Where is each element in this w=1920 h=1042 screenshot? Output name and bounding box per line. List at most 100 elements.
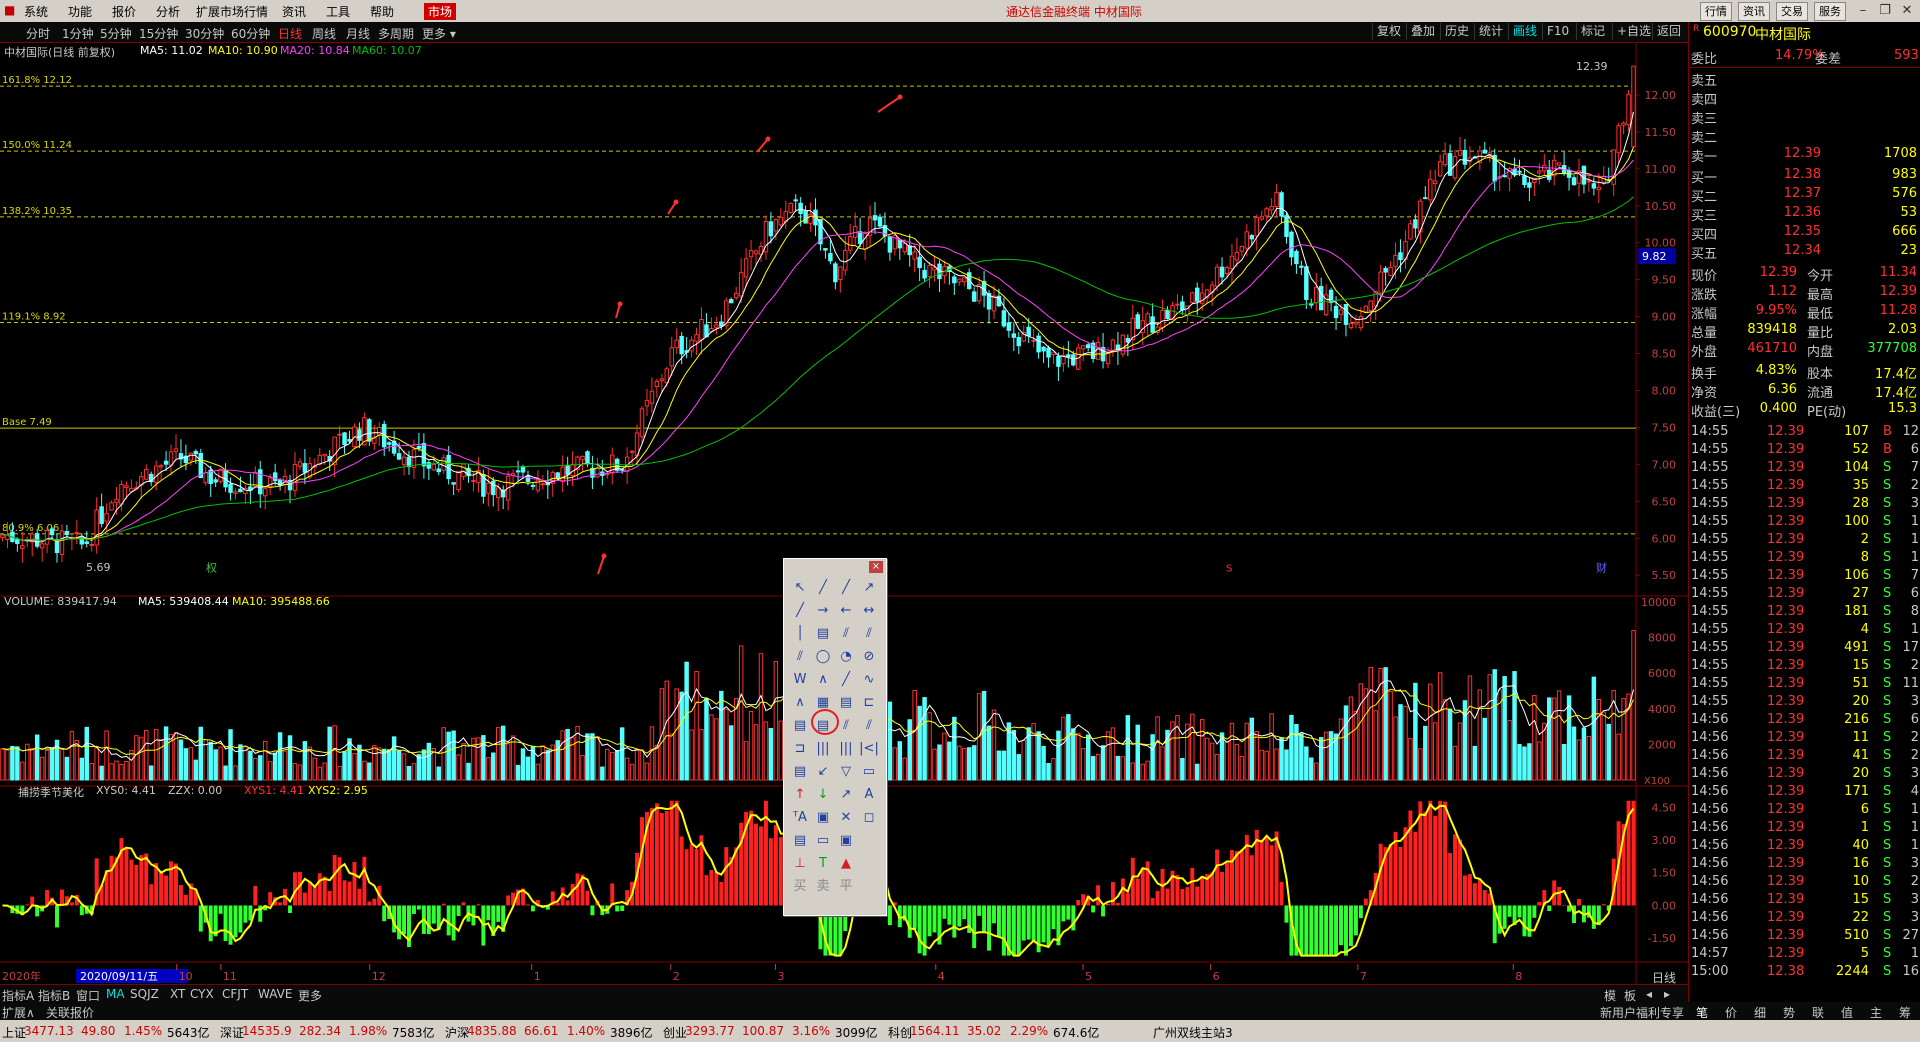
period-60min[interactable]: 60分钟 (231, 25, 270, 42)
quote-tab[interactable]: 主 (1870, 1004, 1882, 1021)
minimize-icon[interactable]: – (1852, 2, 1874, 20)
tool-history[interactable]: 历史 (1440, 23, 1473, 40)
drawing-tool-24-icon[interactable]: ▤ (790, 717, 810, 735)
drawing-tool-48-icon[interactable]: ⊥ (790, 855, 810, 873)
menu-help[interactable]: 帮助 (370, 3, 394, 20)
tab-cyx[interactable]: CYX (190, 987, 214, 1001)
drawing-tool-5-icon[interactable]: → (813, 602, 833, 620)
drawing-tool-37-icon[interactable]: ↓ (813, 786, 833, 804)
quote-tab[interactable]: 筹 (1899, 1004, 1911, 1021)
tool-stats[interactable]: 统计 (1474, 23, 1507, 40)
period-more[interactable]: 更多 ▾ (422, 25, 456, 42)
drawing-tool-45-icon[interactable]: ▭ (813, 832, 833, 850)
drawing-tool-40-icon[interactable]: ᵀA (790, 809, 810, 827)
tool-back[interactable]: 返回 (1652, 23, 1685, 40)
drawing-tool-36-icon[interactable]: ↑ (790, 786, 810, 804)
quote-tab[interactable]: 值 (1841, 1004, 1853, 1021)
drawing-tool-43-icon[interactable]: ◻ (859, 809, 879, 827)
drawing-tool-1-icon[interactable]: ╱ (813, 579, 833, 597)
menu-extended-market[interactable]: 扩展市场行情 (196, 3, 268, 20)
period-daily[interactable]: 日线 (278, 25, 302, 42)
drawing-tool-41-icon[interactable]: ▣ (813, 809, 833, 827)
top-news-button[interactable]: 资讯 (1738, 2, 1770, 21)
period-1min[interactable]: 1分钟 (62, 25, 94, 42)
drawing-tool-33-icon[interactable]: ↙ (813, 763, 833, 781)
period-multi[interactable]: 多周期 (378, 25, 414, 42)
drawing-tool-3-icon[interactable]: ↗ (859, 579, 879, 597)
period-intraday[interactable]: 分时 (26, 25, 50, 42)
tab-ma[interactable]: MA (106, 987, 125, 1001)
drawing-tool-9-icon[interactable]: ▤ (813, 625, 833, 643)
menu-system[interactable]: 系统 (24, 3, 48, 20)
drawing-tool-49-icon[interactable]: T (813, 855, 833, 873)
period-15min[interactable]: 15分钟 (139, 25, 178, 42)
drawing-tool-13-icon[interactable]: ◯ (813, 648, 833, 666)
drawing-tool-17-icon[interactable]: ∧ (813, 671, 833, 689)
menu-analysis[interactable]: 分析 (156, 3, 180, 20)
tool-mark[interactable]: 标记 (1576, 23, 1609, 40)
drawing-tool-2-icon[interactable]: ╱ (836, 579, 856, 597)
drawing-tool-10-icon[interactable]: ⫽ (836, 625, 856, 643)
menu-function[interactable]: 功能 (68, 3, 92, 20)
period-weekly[interactable]: 周线 (312, 25, 336, 42)
menu-market[interactable]: 市场 (424, 3, 457, 20)
quote-tab[interactable]: 细 (1754, 1004, 1766, 1021)
drawing-tool-53-icon[interactable]: 卖 (813, 878, 833, 896)
tool-f10[interactable]: F10 (1542, 23, 1573, 40)
news-banner[interactable]: 新用户福利专享 (1600, 1004, 1684, 1021)
drawing-tool-27-icon[interactable]: ⫽ (859, 717, 879, 735)
period-5min[interactable]: 5分钟 (100, 25, 132, 42)
tab-xt[interactable]: XT (170, 987, 185, 1001)
drawing-tool-54-icon[interactable]: 平 (836, 878, 856, 896)
drawing-tool-8-icon[interactable]: │ (790, 625, 810, 643)
tab-extend[interactable]: 扩展∧ (2, 1004, 35, 1021)
drawing-tool-35-icon[interactable]: ▭ (859, 763, 879, 781)
top-service-button[interactable]: 服务 (1814, 2, 1846, 21)
close-icon[interactable]: ✕ (1896, 2, 1918, 20)
tab-wave[interactable]: WAVE (258, 987, 292, 1001)
app-icon[interactable]: ■ (4, 3, 15, 17)
quote-tab[interactable]: 联 (1812, 1004, 1824, 1021)
drawing-tool-29-icon[interactable]: ||| (813, 740, 833, 758)
tool-draw[interactable]: 画线 (1508, 23, 1541, 40)
drawing-tool-46-icon[interactable]: ▣ (836, 832, 856, 850)
server-name[interactable]: 广州双线主站3 (1153, 1024, 1233, 1041)
drawing-tool-7-icon[interactable]: ↔ (859, 602, 879, 620)
drawing-tool-52-icon[interactable]: 买 (790, 878, 810, 896)
drawing-tool-42-icon[interactable]: ✕ (836, 809, 856, 827)
drawing-tool-6-icon[interactable]: ← (836, 602, 856, 620)
drawing-tool-32-icon[interactable]: ▤ (790, 763, 810, 781)
drawing-tool-16-icon[interactable]: W (790, 671, 810, 689)
drawing-tool-11-icon[interactable]: ⫽ (859, 625, 879, 643)
top-quote-button[interactable]: 行情 (1700, 2, 1732, 21)
tab-cfjt[interactable]: CFJT (222, 987, 248, 1001)
scroll-left-icon[interactable]: ◂ (1646, 987, 1652, 1001)
tab-related-quote[interactable]: 关联报价 (46, 1004, 94, 1021)
tool-add-favorite[interactable]: +自选 (1612, 23, 1655, 40)
drawing-tool-26-icon[interactable]: ⫽ (836, 717, 856, 735)
scroll-right-icon[interactable]: ▸ (1664, 987, 1670, 1001)
drawing-tool-18-icon[interactable]: ╱ (836, 671, 856, 689)
drawing-tool-34-icon[interactable]: ▽ (836, 763, 856, 781)
drawing-tool-14-icon[interactable]: ◔ (836, 648, 856, 666)
palette-close-icon[interactable]: × (869, 561, 883, 573)
drawing-tool-palette[interactable]: × ↖ ╱ ╱ ↗ ╱ → ← ↔ │ ▤ ⫽ ⫽ ⫽ ◯ ◔ ⊘ W ∧ ╱ ∿ ∧ ▦ ▤ ⊏ ▤ ▤ ⫽ ⫽ ⊐ ||| ||| |<|… (783, 558, 887, 916)
tool-fuquan[interactable]: 复权 (1372, 23, 1405, 40)
drawing-tool-0-icon[interactable]: ↖ (790, 579, 810, 597)
drawing-tool-31-icon[interactable]: |<| (859, 740, 879, 758)
menu-tools[interactable]: 工具 (326, 3, 350, 20)
period-monthly[interactable]: 月线 (346, 25, 370, 42)
drawing-tool-39-icon[interactable]: A (859, 786, 879, 804)
tool-overlay[interactable]: 叠加 (1406, 23, 1439, 40)
quote-tab[interactable]: 笔 (1696, 1004, 1708, 1021)
tab-sqjz[interactable]: SQJZ (130, 987, 159, 1001)
drawing-tool-50-icon[interactable]: ▲ (836, 855, 856, 873)
drawing-tool-15-icon[interactable]: ⊘ (859, 648, 879, 666)
drawing-tool-4-icon[interactable]: ╱ (790, 602, 810, 620)
drawing-tool-28-icon[interactable]: ⊐ (790, 740, 810, 758)
quote-tab[interactable]: 势 (1783, 1004, 1795, 1021)
drawing-tool-30-icon[interactable]: ||| (836, 740, 856, 758)
drawing-tool-20-icon[interactable]: ∧ (790, 694, 810, 712)
drawing-tool-19-icon[interactable]: ∿ (859, 671, 879, 689)
menu-quote[interactable]: 报价 (112, 3, 136, 20)
